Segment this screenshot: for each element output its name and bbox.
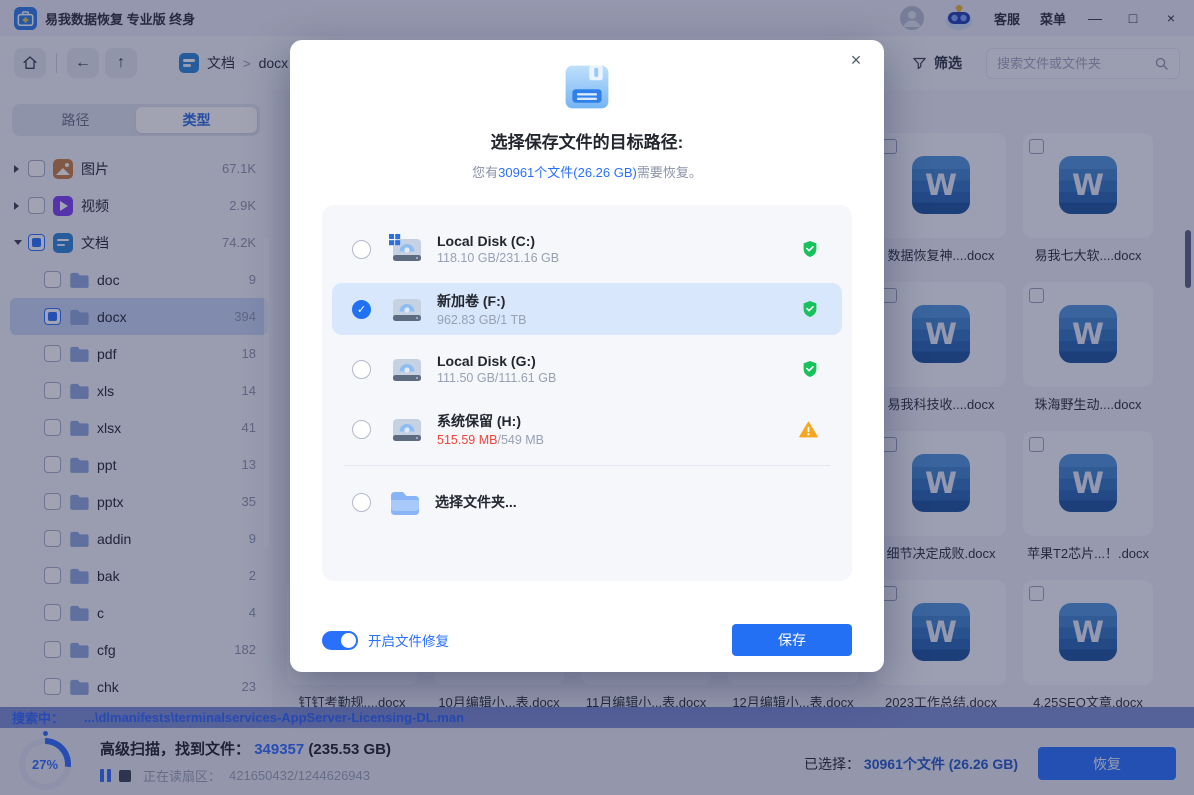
radio-unselected[interactable] [352, 493, 371, 512]
safe-shield-icon [802, 240, 818, 258]
drive-capacity: 515.59 MB/549 MB [437, 433, 544, 447]
subtitle-prefix: 您有 [472, 165, 498, 180]
safe-shield-icon [802, 300, 818, 318]
radio-unselected[interactable] [352, 420, 371, 439]
repair-toggle-on[interactable] [322, 631, 358, 650]
disk-icon [389, 354, 423, 384]
radio-selected[interactable]: ✓ [352, 300, 371, 319]
disk-icon [389, 414, 423, 444]
dialog-title: 选择保存文件的目标路径: [290, 128, 884, 153]
browse-folder-label: 选择文件夹... [435, 492, 517, 512]
repair-toggle-label: 开启文件修复 [368, 630, 449, 650]
drive-row-c[interactable]: Local Disk (C:) 118.10 GB/231.16 GB [332, 223, 842, 275]
drive-name: Local Disk (C:) [437, 233, 559, 249]
radio-unselected[interactable] [352, 360, 371, 379]
dialog-subtitle: 您有30961个文件(26.26 GB)需要恢复。 [290, 162, 884, 181]
system-disk-icon [389, 234, 423, 264]
list-divider [344, 465, 830, 466]
save-path-dialog: × 选择保存文件的目标路径: 您有30961个文件(26.26 GB)需要恢复。 [290, 40, 884, 672]
subtitle-highlight: 30961个文件(26.26 GB) [498, 165, 637, 180]
browse-folder-row[interactable]: 选择文件夹... [332, 476, 842, 528]
drive-capacity: 111.50 GB/111.61 GB [437, 371, 556, 385]
folder-icon [389, 489, 421, 515]
drive-total: /549 MB [497, 433, 544, 447]
safe-shield-icon [802, 360, 818, 378]
drive-row-h[interactable]: 系统保留 (H:) 515.59 MB/549 MB [332, 403, 842, 455]
dialog-footer: 开启文件修复 保存 [290, 608, 884, 672]
drive-name: Local Disk (G:) [437, 353, 556, 369]
save-disk-icon [560, 60, 614, 114]
app-window: 易我数据恢复 专业版 终身 客服 菜单 — □ × [0, 0, 1194, 795]
radio-unselected[interactable] [352, 240, 371, 259]
drive-capacity: 118.10 GB/231.16 GB [437, 251, 559, 265]
dialog-close-icon[interactable]: × [846, 50, 866, 70]
drive-name: 新加卷 (F:) [437, 291, 526, 311]
drive-name: 系统保留 (H:) [437, 411, 544, 431]
save-button[interactable]: 保存 [732, 624, 852, 656]
subtitle-suffix: 需要恢复。 [637, 165, 702, 180]
warning-icon [799, 421, 818, 438]
drive-capacity: 962.83 GB/1 TB [437, 313, 526, 327]
drive-row-f-selected[interactable]: ✓ 新加卷 (F:) 962.83 GB/1 TB [332, 283, 842, 335]
drive-row-g[interactable]: Local Disk (G:) 111.50 GB/111.61 GB [332, 343, 842, 395]
drive-low-space: 515.59 MB [437, 433, 497, 447]
disk-icon [389, 294, 423, 324]
drive-list: Local Disk (C:) 118.10 GB/231.16 GB ✓ [322, 205, 852, 581]
